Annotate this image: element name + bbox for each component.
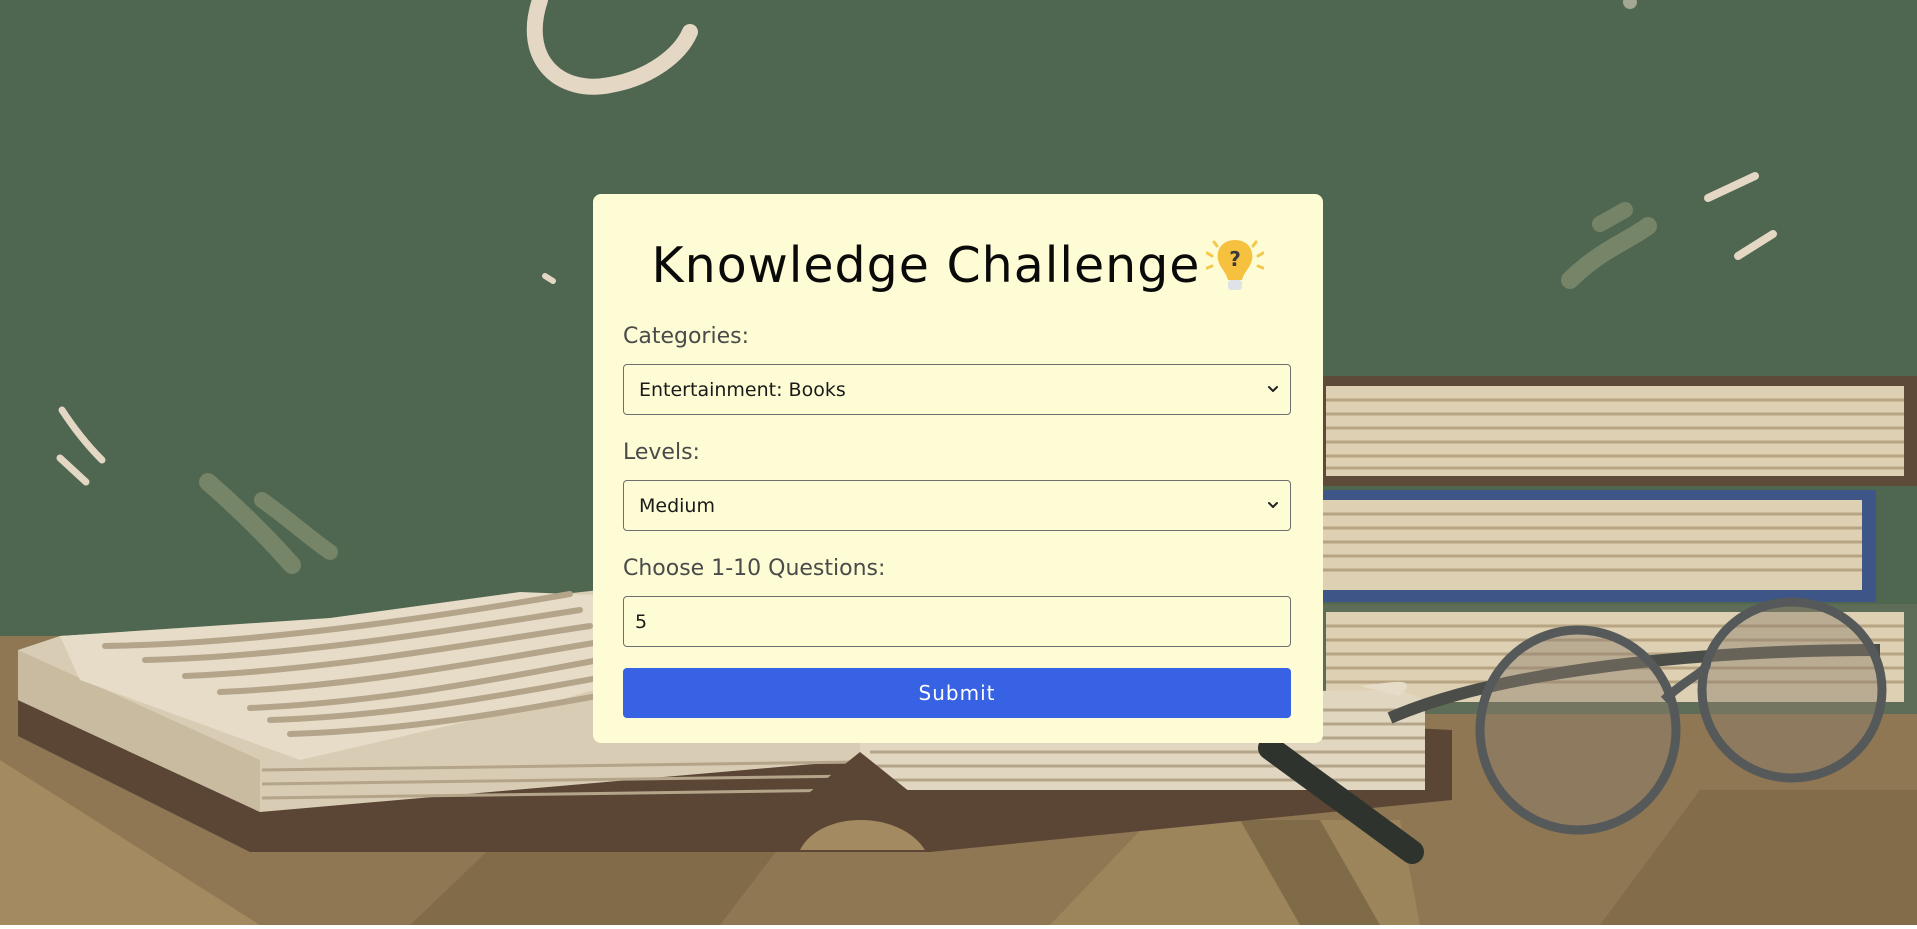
- level-selected-value: Medium: [639, 494, 715, 517]
- submit-button[interactable]: Submit: [623, 668, 1291, 718]
- category-select[interactable]: Entertainment: Books: [623, 364, 1291, 415]
- questions-count-label: Choose 1-10 Questions:: [623, 556, 886, 581]
- levels-label: Levels:: [623, 440, 700, 465]
- lightbulb-question-icon: ?: [1205, 236, 1265, 294]
- questions-count-value: 5: [635, 610, 648, 633]
- questions-count-input[interactable]: 5: [623, 596, 1291, 647]
- level-select[interactable]: Medium: [623, 480, 1291, 531]
- title-row: Knowledge Challenge ?: [593, 230, 1323, 300]
- chevron-down-icon: [1268, 502, 1278, 508]
- chevron-down-icon: [1268, 386, 1278, 392]
- page-title: Knowledge Challenge: [651, 236, 1201, 294]
- quiz-form-card: Knowledge Challenge ? Categories: Entert…: [593, 194, 1323, 743]
- category-selected-value: Entertainment: Books: [639, 378, 846, 401]
- svg-text:?: ?: [1230, 247, 1242, 271]
- categories-label: Categories:: [623, 324, 749, 349]
